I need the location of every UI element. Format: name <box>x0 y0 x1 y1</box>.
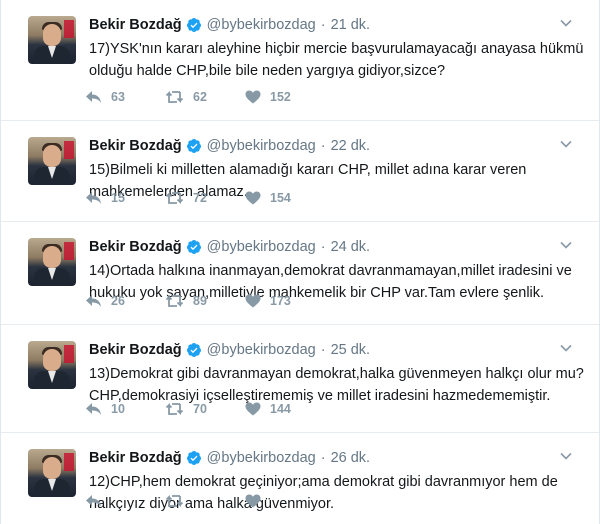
separator-dot: · <box>320 17 326 33</box>
chevron-down-icon[interactable] <box>559 449 573 463</box>
tweet-text: 17)YSK'nın kararı aleyhine hiçbir mercie… <box>89 41 584 79</box>
reply-icon <box>86 192 101 204</box>
author-handle[interactable]: @bybekirbozdag <box>207 138 316 154</box>
author-handle[interactable]: @bybekirbozdag <box>207 450 316 466</box>
author-name[interactable]: Bekir Bozdağ <box>89 239 182 255</box>
retweet-icon <box>165 402 184 416</box>
tweet-timestamp[interactable]: 22 dk. <box>331 138 371 154</box>
separator-dot: · <box>320 138 326 154</box>
separator-dot: · <box>320 450 326 466</box>
tweet[interactable]: Bekir Bozdağ @bybekirbozdag · 26 dk. 12)… <box>1 433 599 524</box>
tweet-actions: 26 89 173 <box>85 292 325 310</box>
tweet-timestamp[interactable]: 24 dk. <box>331 239 371 255</box>
reply-count: 15 <box>111 191 125 205</box>
retweet-icon <box>165 191 184 205</box>
heart-icon <box>245 494 261 508</box>
avatar[interactable] <box>28 238 76 286</box>
chevron-down-icon[interactable] <box>559 137 573 151</box>
chevron-down-icon[interactable] <box>559 238 573 252</box>
retweet-button[interactable]: 89 <box>165 294 245 308</box>
retweet-icon <box>165 494 184 508</box>
retweet-button[interactable]: 72 <box>165 191 245 205</box>
like-count: 154 <box>270 191 291 205</box>
tweet-actions: 15 72 154 <box>85 189 325 207</box>
chevron-down-icon[interactable] <box>559 16 573 30</box>
verified-badge-icon <box>186 451 201 465</box>
reply-icon <box>86 495 101 507</box>
like-button[interactable]: 144 <box>245 402 325 416</box>
like-button[interactable]: 173 <box>245 294 325 308</box>
avatar[interactable] <box>28 341 76 389</box>
reply-count: 63 <box>111 90 125 104</box>
avatar[interactable] <box>28 137 76 185</box>
retweet-icon <box>165 294 184 308</box>
tweet-timestamp[interactable]: 21 dk. <box>331 17 371 33</box>
verified-badge-icon <box>186 139 201 153</box>
tweet-actions: 63 62 152 <box>85 88 325 106</box>
author-name[interactable]: Bekir Bozdağ <box>89 450 182 466</box>
like-count: 144 <box>270 402 291 416</box>
reply-count: 10 <box>111 402 125 416</box>
separator-dot: · <box>320 342 326 358</box>
reply-button[interactable]: 10 <box>85 402 165 416</box>
tweet[interactable]: Bekir Bozdağ @bybekirbozdag · 25 dk. 13)… <box>1 325 599 433</box>
tweet-timeline: Bekir Bozdağ @bybekirbozdag · 21 dk. 17)… <box>0 0 600 524</box>
like-button[interactable]: 154 <box>245 191 325 205</box>
heart-icon <box>245 90 261 104</box>
heart-icon <box>245 402 261 416</box>
avatar[interactable] <box>28 449 76 497</box>
tweet-actions: 10 70 144 <box>85 400 325 418</box>
tweet-header: Bekir Bozdağ @bybekirbozdag · 22 dk. <box>89 136 370 156</box>
reply-button[interactable]: 15 <box>85 191 165 205</box>
author-handle[interactable]: @bybekirbozdag <box>207 17 316 33</box>
reply-button[interactable] <box>85 494 165 508</box>
author-name[interactable]: Bekir Bozdağ <box>89 17 182 33</box>
tweet[interactable]: Bekir Bozdağ @bybekirbozdag · 24 dk. 14)… <box>1 222 599 325</box>
tweet-actions <box>85 492 325 510</box>
retweet-button[interactable]: 70 <box>165 402 245 416</box>
chevron-down-icon[interactable] <box>559 341 573 355</box>
retweet-count: 70 <box>193 402 207 416</box>
retweet-icon <box>165 90 184 104</box>
tweet-header: Bekir Bozdağ @bybekirbozdag · 25 dk. <box>89 340 370 360</box>
author-handle[interactable]: @bybekirbozdag <box>207 342 316 358</box>
reply-icon <box>86 295 101 307</box>
retweet-button[interactable] <box>165 494 245 508</box>
tweet-header: Bekir Bozdağ @bybekirbozdag · 26 dk. <box>89 448 370 468</box>
heart-icon <box>245 294 261 308</box>
retweet-count: 89 <box>193 294 207 308</box>
author-name[interactable]: Bekir Bozdağ <box>89 138 182 154</box>
heart-icon <box>245 191 261 205</box>
verified-badge-icon <box>186 240 201 254</box>
reply-icon <box>86 91 101 103</box>
reply-button[interactable]: 26 <box>85 294 165 308</box>
tweet-header: Bekir Bozdağ @bybekirbozdag · 24 dk. <box>89 237 370 257</box>
retweet-count: 62 <box>193 90 207 104</box>
reply-count: 26 <box>111 294 125 308</box>
tweet-timestamp[interactable]: 26 dk. <box>331 450 371 466</box>
like-count: 173 <box>270 294 291 308</box>
separator-dot: · <box>320 239 326 255</box>
like-button[interactable] <box>245 494 325 508</box>
retweet-button[interactable]: 62 <box>165 90 245 104</box>
author-handle[interactable]: @bybekirbozdag <box>207 239 316 255</box>
like-button[interactable]: 152 <box>245 90 325 104</box>
reply-button[interactable]: 63 <box>85 90 165 104</box>
author-name[interactable]: Bekir Bozdağ <box>89 342 182 358</box>
tweet[interactable]: Bekir Bozdağ @bybekirbozdag · 21 dk. 17)… <box>1 0 599 121</box>
tweet[interactable]: Bekir Bozdağ @bybekirbozdag · 22 dk. 15)… <box>1 121 599 222</box>
tweet-header: Bekir Bozdağ @bybekirbozdag · 21 dk. <box>89 15 370 35</box>
like-count: 152 <box>270 90 291 104</box>
verified-badge-icon <box>186 18 201 32</box>
verified-badge-icon <box>186 343 201 357</box>
reply-icon <box>86 403 101 415</box>
tweet-timestamp[interactable]: 25 dk. <box>331 342 371 358</box>
retweet-count: 72 <box>193 191 207 205</box>
avatar[interactable] <box>28 16 76 64</box>
